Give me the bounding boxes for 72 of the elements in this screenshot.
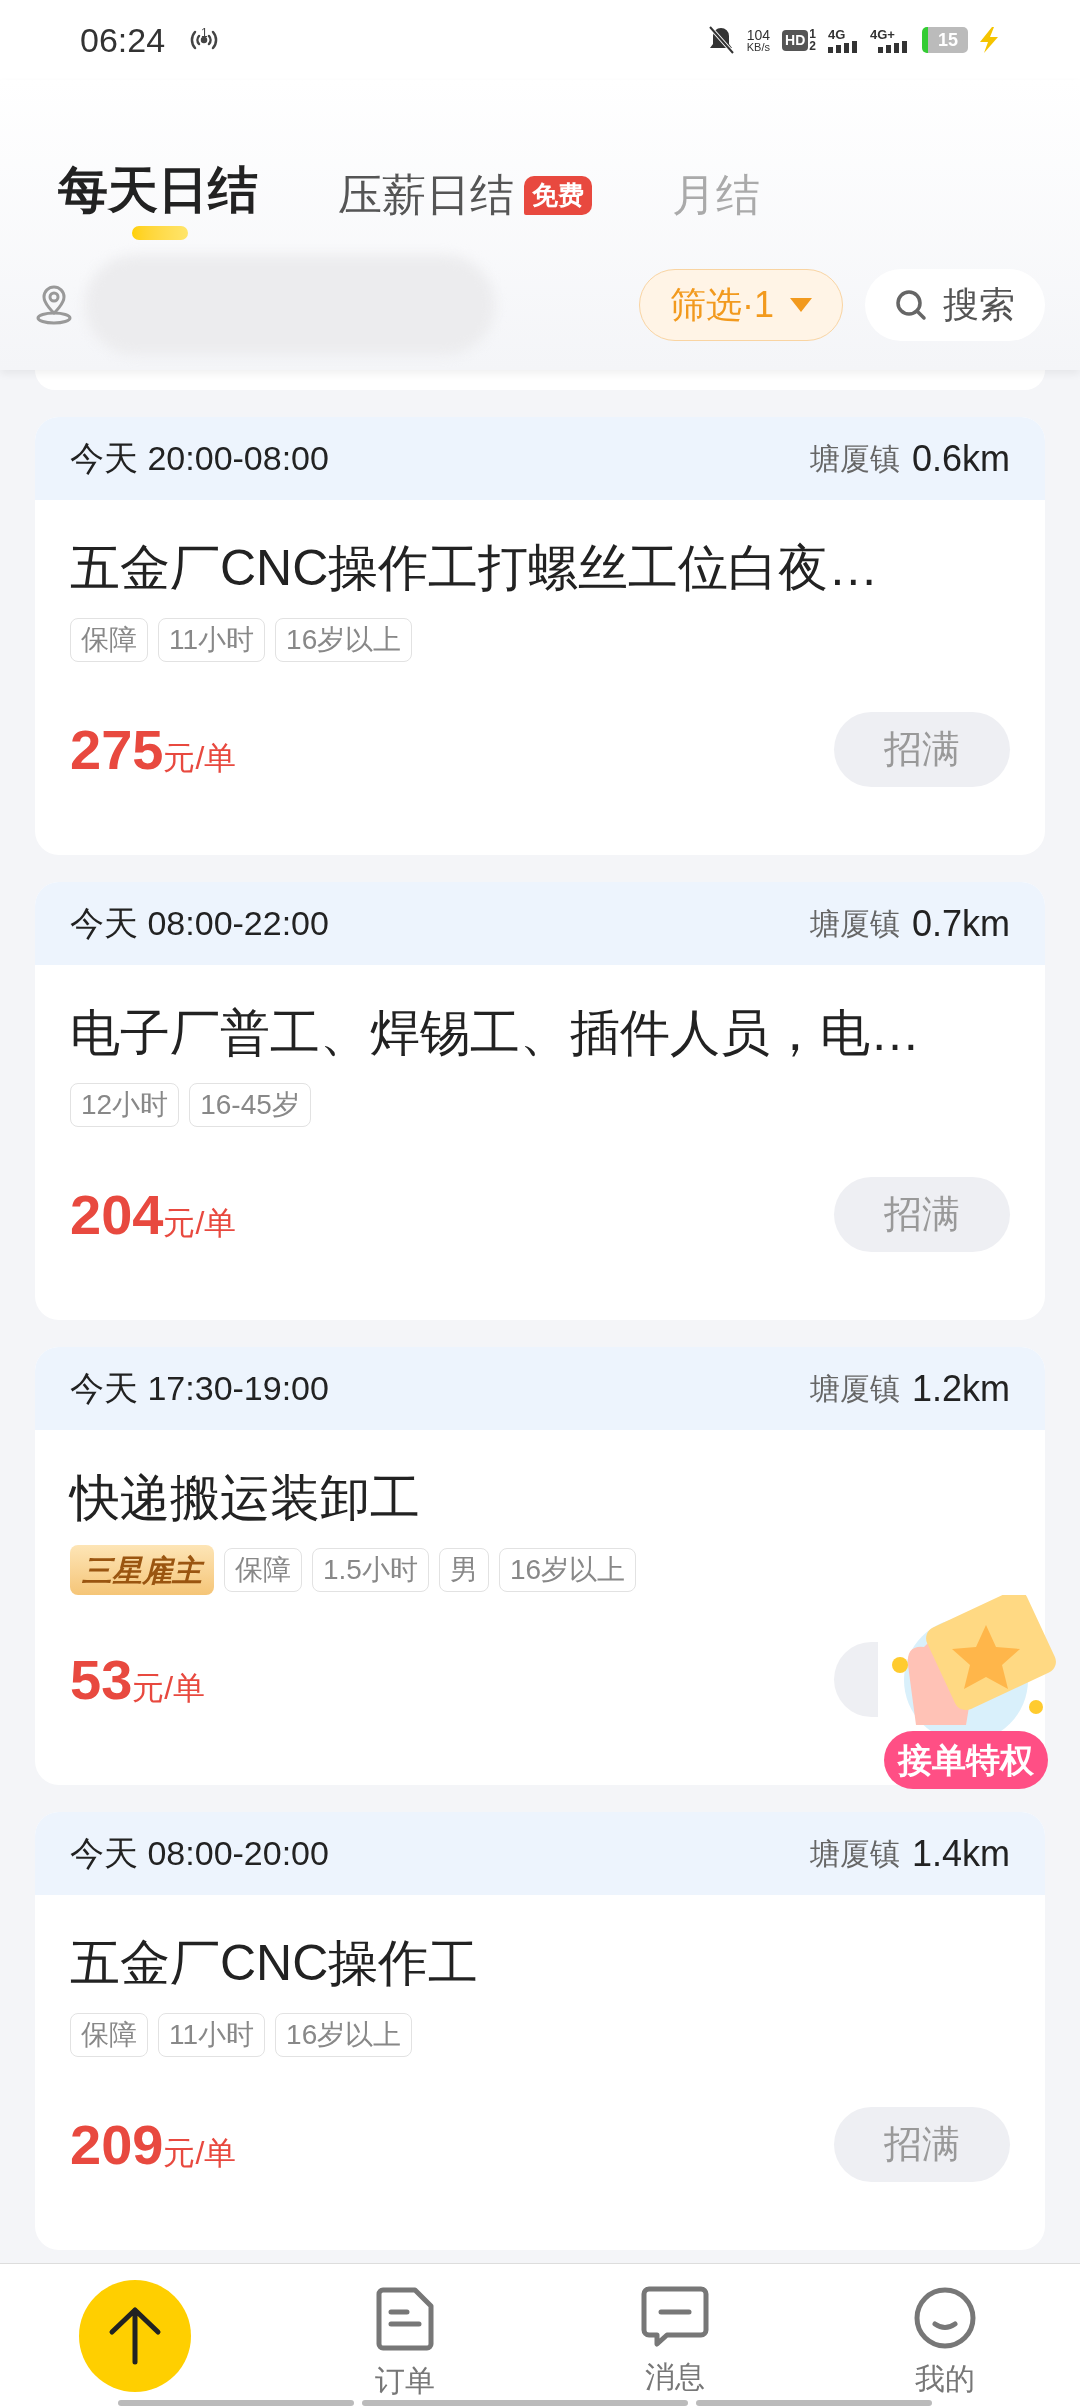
- muted-bell-icon: [706, 25, 735, 55]
- shift-time: 今天 08:00-20:00: [70, 1833, 329, 1874]
- promo-label[interactable]: 接单特权: [884, 1731, 1048, 1789]
- job-tag: 12小时: [70, 1083, 180, 1127]
- search-icon: [895, 289, 927, 321]
- dropdown-caret-icon: [790, 298, 812, 312]
- job-title: 电子厂普工、焊锡工、插件人员，电…: [70, 1004, 921, 1063]
- price-unit: 元/单: [163, 2133, 237, 2173]
- job-tag: 保障: [70, 618, 148, 662]
- town-name: 塘厦镇: [809, 906, 900, 942]
- price-unit: 元/单: [132, 1668, 206, 1708]
- town-name: 塘厦镇: [809, 441, 900, 477]
- tab[interactable]: 月结: [672, 162, 760, 240]
- job-tag: 男: [438, 1548, 489, 1592]
- employer-rank-badge: 三星雇主: [70, 1545, 214, 1595]
- job-tag: 16岁以上: [275, 618, 413, 662]
- smiley-icon: [913, 2286, 977, 2350]
- hotspot-count: 1: [201, 25, 208, 42]
- charging-icon: [978, 27, 1000, 53]
- clock-time: 06:24: [80, 19, 166, 61]
- distance: 1.2km: [911, 1366, 1010, 1411]
- network-speed-unit: KB/s: [746, 41, 770, 53]
- price-unit: 元/单: [163, 1204, 237, 1243]
- up-arrow-icon: [108, 2306, 162, 2366]
- free-badge: 免费: [524, 175, 592, 215]
- shift-time: 今天 17:30-19:00: [70, 1368, 329, 1409]
- job-tag: 16岁以上: [275, 2013, 413, 2057]
- job-tag: 保障: [70, 2013, 148, 2057]
- tab[interactable]: 压薪日结: [338, 162, 514, 240]
- job-title: 五金厂CNC操作工: [70, 1934, 480, 1993]
- town-name: 塘厦镇: [809, 1836, 900, 1872]
- job-title: 五金厂CNC操作工打螺丝工位白夜…: [70, 539, 880, 598]
- job-tag: 11小时: [158, 618, 266, 662]
- price: 53: [70, 1646, 133, 1713]
- job-tag: 11小时: [158, 2013, 266, 2057]
- town-name: 塘厦镇: [809, 1371, 900, 1407]
- full-button[interactable]: 招满: [834, 1177, 1010, 1252]
- shift-time: 今天 08:00-22:00: [70, 903, 329, 944]
- distance: 1.4km: [911, 1831, 1010, 1876]
- distance: 0.6km: [911, 436, 1010, 481]
- search-button[interactable]: 搜索: [865, 269, 1045, 341]
- price: 209: [70, 2111, 164, 2178]
- job-card[interactable]: 今天 08:00-20:00 塘厦镇 1.4km 五金厂CNC操作工 保障 11小时 16岁以上 209元/单 招满: [35, 1812, 1045, 2250]
- job-title: 快递搬运装卸工: [70, 1469, 421, 1528]
- battery-level: 15: [938, 28, 958, 52]
- price: 204: [70, 1181, 164, 1248]
- nav-tab[interactable]: 消息: [641, 2286, 709, 2399]
- location-pin-icon: [35, 285, 73, 325]
- price-unit: 元/单: [163, 738, 237, 778]
- network-type: 4G+: [870, 27, 895, 41]
- signal-icon: [828, 40, 858, 53]
- nav-tab[interactable]: 订单: [375, 2286, 435, 2403]
- full-button[interactable]: 招满: [834, 2107, 1010, 2182]
- message-icon: [641, 2286, 709, 2348]
- price: 275: [70, 716, 164, 783]
- nav-tab[interactable]: 我的: [913, 2286, 977, 2401]
- hd-badge: HD: [782, 29, 809, 51]
- job-tag: 保障: [224, 1548, 302, 1592]
- job-card[interactable]: 今天 08:00-22:00 塘厦镇 0.7km 电子厂普工、焊锡工、插件人员，电… 12小时 16-45岁 204元/单 招满: [35, 882, 1045, 1320]
- sim-index: 2: [809, 40, 816, 52]
- job-tag: 16-45岁: [189, 1083, 311, 1127]
- distance: 0.7km: [911, 901, 1010, 946]
- full-button[interactable]: 招满: [834, 712, 1010, 787]
- job-card[interactable]: 今天 20:00-08:00 塘厦镇 0.6km 五金厂CNC操作工打螺丝工位白夜… 保障 11小时 16岁以上 275元/单 招满: [35, 417, 1045, 855]
- network-speed: 104: [746, 27, 771, 42]
- job-tag: 1.5小时: [312, 1548, 429, 1592]
- sim-index: 1: [809, 28, 816, 40]
- shift-time: 今天 20:00-08:00: [70, 438, 329, 479]
- network-type: 4G: [828, 27, 846, 41]
- job-tag: 16岁以上: [498, 1548, 637, 1592]
- document-icon: [375, 2286, 435, 2352]
- tab[interactable]: 每天日结: [58, 153, 258, 240]
